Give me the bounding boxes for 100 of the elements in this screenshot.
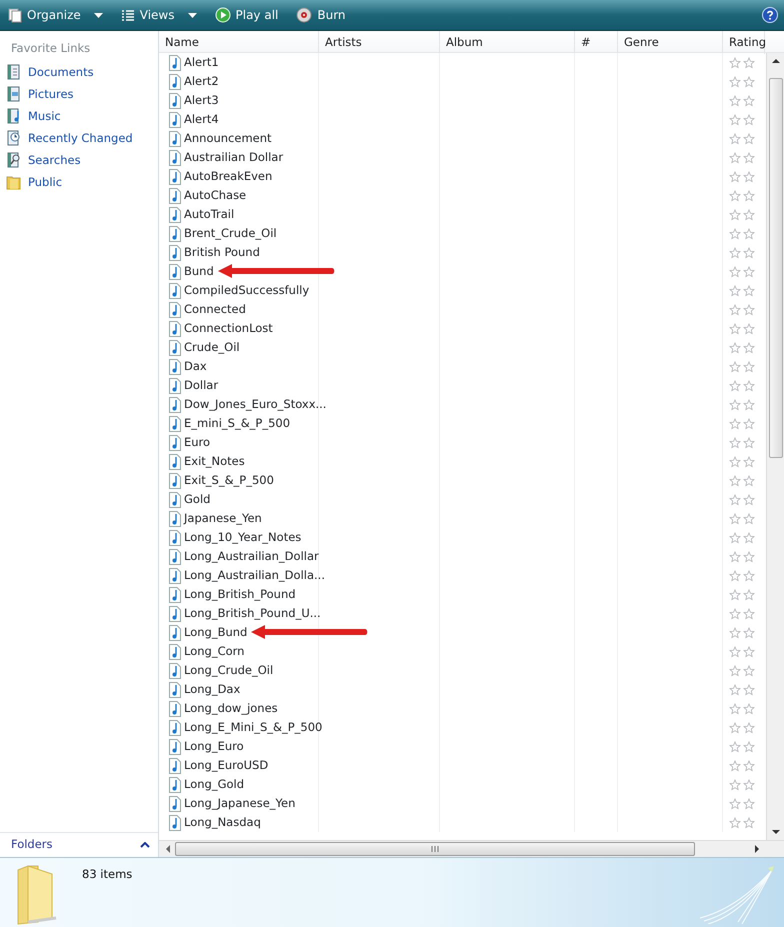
star-icon[interactable]: [743, 626, 755, 638]
star-icon[interactable]: [729, 626, 741, 638]
star-icon[interactable]: [729, 418, 741, 430]
star-icon[interactable]: [729, 56, 741, 68]
file-name[interactable]: ConnectionLost: [184, 320, 273, 338]
star-icon[interactable]: [729, 266, 741, 278]
star-icon[interactable]: [743, 760, 755, 772]
star-icon[interactable]: [729, 398, 741, 410]
file-name[interactable]: AutoBreakEven: [184, 168, 272, 186]
column-header[interactable]: Name: [159, 31, 319, 54]
star-icon[interactable]: [729, 512, 741, 524]
toolbar-button[interactable]: Burn: [294, 4, 348, 26]
column-header[interactable]: Artists: [319, 31, 440, 54]
star-icon[interactable]: [729, 740, 741, 752]
file-name[interactable]: Long_Japanese_Yen: [184, 794, 296, 812]
file-name[interactable]: Long_British_Pound: [184, 586, 296, 604]
scroll-right-icon[interactable]: [754, 845, 760, 853]
star-icon[interactable]: [729, 322, 741, 334]
star-icon[interactable]: [743, 190, 755, 202]
star-icon[interactable]: [743, 512, 755, 524]
star-icon[interactable]: [743, 570, 755, 582]
sidebar-link[interactable]: Documents: [0, 61, 158, 84]
file-name[interactable]: Long_EuroUSD: [184, 756, 268, 774]
file-name[interactable]: Gold: [184, 490, 210, 508]
star-icon[interactable]: [729, 360, 741, 372]
star-icon[interactable]: [729, 494, 741, 506]
sidebar-link[interactable]: Music: [0, 105, 158, 128]
file-name[interactable]: Alert4: [184, 110, 219, 128]
star-icon[interactable]: [729, 76, 741, 88]
star-icon[interactable]: [743, 56, 755, 68]
star-icon[interactable]: [729, 608, 741, 620]
file-name[interactable]: Dow_Jones_Euro_Stoxx...: [184, 396, 326, 414]
file-name[interactable]: Long_Euro: [184, 738, 244, 756]
star-icon[interactable]: [743, 114, 755, 126]
star-icon[interactable]: [743, 170, 755, 182]
file-name[interactable]: Alert3: [184, 92, 219, 110]
star-icon[interactable]: [729, 304, 741, 316]
star-icon[interactable]: [743, 816, 755, 828]
star-icon[interactable]: [729, 152, 741, 164]
file-name[interactable]: Long_Corn: [184, 642, 244, 660]
star-icon[interactable]: [729, 722, 741, 734]
toolbar-button[interactable]: Views: [118, 4, 198, 26]
star-icon[interactable]: [729, 532, 741, 544]
file-name[interactable]: Long_Gold: [184, 776, 244, 794]
star-icon[interactable]: [729, 228, 741, 240]
star-icon[interactable]: [729, 646, 741, 658]
star-icon[interactable]: [743, 740, 755, 752]
star-icon[interactable]: [743, 132, 755, 144]
star-icon[interactable]: [729, 588, 741, 600]
column-header[interactable]: Rating: [723, 31, 765, 54]
star-icon[interactable]: [729, 816, 741, 828]
scrollbar-thumb[interactable]: [768, 78, 782, 458]
file-name[interactable]: Dollar: [184, 376, 218, 394]
file-name[interactable]: E_mini_S_&_P_500: [184, 414, 290, 432]
horizontal-scrollbar[interactable]: [159, 840, 784, 857]
star-icon[interactable]: [729, 436, 741, 448]
star-icon[interactable]: [729, 664, 741, 676]
column-header[interactable]: #: [575, 31, 618, 54]
star-icon[interactable]: [729, 778, 741, 790]
star-icon[interactable]: [743, 284, 755, 296]
file-name[interactable]: Connected: [184, 300, 246, 318]
star-icon[interactable]: [743, 342, 755, 354]
star-icon[interactable]: [729, 474, 741, 486]
star-icon[interactable]: [743, 798, 755, 810]
star-icon[interactable]: [729, 550, 741, 562]
star-icon[interactable]: [743, 322, 755, 334]
column-header[interactable]: Genre: [618, 31, 723, 54]
file-name[interactable]: CompiledSuccessfully: [184, 282, 310, 300]
star-icon[interactable]: [743, 532, 755, 544]
star-icon[interactable]: [743, 76, 755, 88]
file-name[interactable]: Euro: [184, 434, 210, 452]
star-icon[interactable]: [743, 588, 755, 600]
star-icon[interactable]: [743, 722, 755, 734]
file-name[interactable]: Long_Dax: [184, 680, 240, 698]
file-name[interactable]: Long_Austrailian_Dollar: [184, 548, 319, 566]
help-icon[interactable]: [762, 7, 778, 23]
star-icon[interactable]: [729, 170, 741, 182]
star-icon[interactable]: [743, 702, 755, 714]
star-icon[interactable]: [743, 778, 755, 790]
star-icon[interactable]: [743, 664, 755, 676]
star-icon[interactable]: [743, 456, 755, 468]
star-icon[interactable]: [743, 304, 755, 316]
star-icon[interactable]: [743, 152, 755, 164]
star-icon[interactable]: [743, 418, 755, 430]
file-name[interactable]: Austrailian Dollar: [184, 148, 284, 166]
star-icon[interactable]: [743, 646, 755, 658]
sidebar-link[interactable]: Pictures: [0, 83, 158, 106]
toolbar-button[interactable]: Play all: [212, 4, 280, 26]
file-name[interactable]: Long_Bund: [184, 624, 248, 642]
file-name[interactable]: Exit_Notes: [184, 452, 245, 470]
scroll-left-icon[interactable]: [165, 845, 171, 853]
star-icon[interactable]: [743, 436, 755, 448]
star-icon[interactable]: [729, 246, 741, 258]
file-name[interactable]: Long_E_Mini_S_&_P_500: [184, 718, 322, 736]
scroll-down-icon[interactable]: [772, 829, 780, 835]
file-name[interactable]: British Pound: [184, 244, 260, 262]
file-name[interactable]: AutoChase: [184, 186, 246, 204]
star-icon[interactable]: [729, 114, 741, 126]
star-icon[interactable]: [743, 608, 755, 620]
star-icon[interactable]: [743, 494, 755, 506]
